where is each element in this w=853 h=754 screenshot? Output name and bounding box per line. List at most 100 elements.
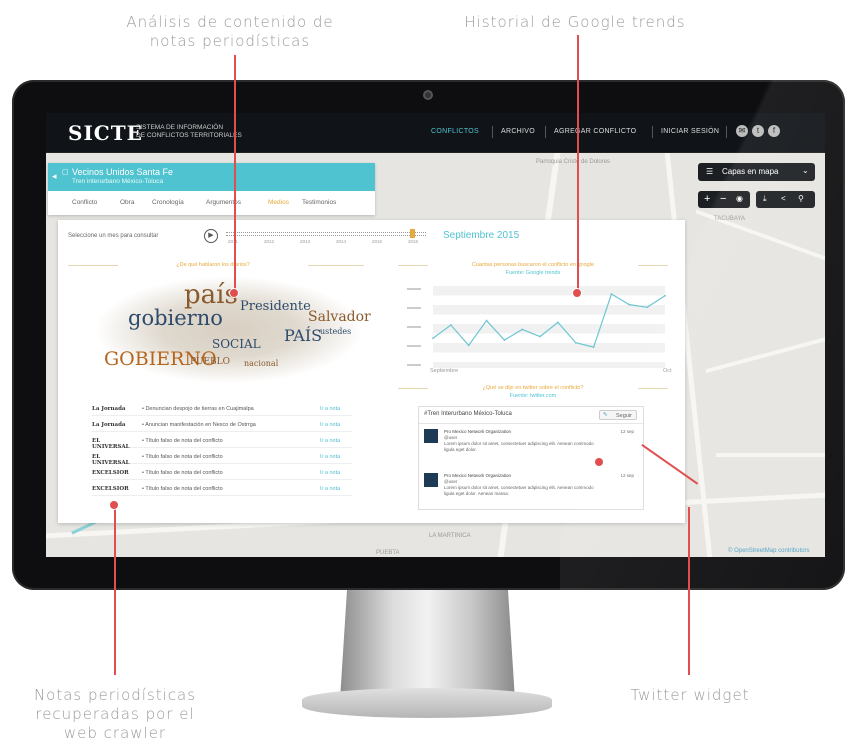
news-source: La Jornada — [92, 422, 126, 428]
news-link[interactable]: Ir a nota — [320, 470, 340, 476]
tagline: SISTEMA DE INFORMACIÓN DE CONFLICTOS TER… — [136, 124, 242, 139]
y-tick — [407, 288, 421, 290]
trend-point — [628, 303, 631, 306]
nav-iniciar-sesion[interactable]: INICIAR SESIÓN — [661, 128, 719, 135]
callout-twitter: Twitter widget — [630, 686, 750, 704]
trend-point — [521, 328, 524, 331]
share-icon[interactable]: < — [781, 194, 786, 203]
camera-icon — [423, 90, 433, 100]
tab-obra[interactable]: Obra — [120, 199, 134, 206]
y-tick — [407, 345, 421, 347]
follow-button[interactable]: ✎ Seguir — [599, 410, 637, 420]
news-row: EXCELSIOR • Título falso de nota del conf… — [92, 466, 352, 480]
card-header: ◂ ▢ Vecinos Unidos Santa Fe Tren interur… — [48, 163, 375, 191]
chevron-left-icon[interactable]: ◂ — [52, 171, 57, 182]
timeline-year[interactable]: 2013 — [300, 239, 310, 244]
news-source: La Jornada — [92, 406, 126, 412]
tweet-time: 12 sep — [620, 473, 634, 478]
map-attribution[interactable]: © OpenStreetMap contributors — [728, 548, 809, 554]
news-link[interactable]: Ir a nota — [320, 438, 340, 444]
cloud-word: ustedes — [320, 327, 352, 336]
timeline-years: 2011 2012 2013 2014 2015 2016 — [228, 239, 428, 247]
download-icon[interactable]: ⤓ — [763, 194, 767, 204]
connector-dot — [229, 288, 239, 298]
nav-archivo[interactable]: ARCHIVO — [501, 128, 535, 135]
connector-line — [688, 507, 690, 675]
timeline-track[interactable] — [226, 232, 426, 236]
news-title: • Título falso de nota del conflicto — [142, 438, 223, 444]
tweet-time: 12 sep — [620, 429, 634, 434]
twitter-icon[interactable]: t — [752, 125, 764, 137]
timeline-selected: Septiembre 2015 — [443, 230, 520, 241]
news-source: EXCELSIOR — [92, 470, 129, 476]
news-row: La Jornada • Denuncian despojo de tierras… — [92, 402, 352, 416]
timeline-year[interactable]: 2015 — [372, 239, 382, 244]
trends-chart — [407, 286, 666, 368]
pin-icon[interactable]: ⚲ — [798, 194, 804, 203]
tab-conflicto[interactable]: Conflicto — [72, 199, 97, 206]
news-link[interactable]: Ir a nota — [320, 486, 340, 492]
email-icon[interactable]: ✉ — [736, 125, 748, 137]
card-title: Vecinos Unidos Santa Fe — [72, 167, 174, 177]
facebook-icon[interactable]: f — [768, 125, 780, 137]
locate-button[interactable]: ◉ — [736, 194, 743, 203]
wordcloud-heading: ¿De qué hablaron los diarios? — [118, 262, 308, 268]
zoom-out-button[interactable]: − — [720, 193, 726, 205]
news-link[interactable]: Ir a nota — [320, 406, 340, 412]
zoom-in-button[interactable]: + — [704, 193, 710, 205]
twitter-icon: ✎ — [603, 412, 608, 418]
timeline-year[interactable]: 2011 — [228, 239, 238, 244]
twitter-heading: ¿Qué se dijo en twitter sobre el conflic… — [428, 385, 638, 391]
tab-argumentos[interactable]: Argumentos — [206, 199, 241, 206]
cloud-word: nacional — [244, 359, 279, 368]
news-row: EL UNIVERSAL • Título falso de nota del c… — [92, 434, 352, 450]
trends-x-start: Septiembre — [430, 368, 459, 374]
tweet-text: Lorem ipsum dolor sit amet, consectetuer… — [444, 441, 594, 452]
trend-line — [432, 293, 666, 348]
timeline-handle[interactable] — [410, 229, 415, 238]
tab-cronologia[interactable]: Cronología — [152, 199, 184, 206]
logo[interactable]: SICTE — [68, 121, 143, 145]
tweet: Pro Mexico Network Organization @user 12 s… — [424, 429, 638, 469]
trend-point — [539, 335, 541, 338]
news-link[interactable]: Ir a nota — [320, 454, 340, 460]
callout-content-analysis: Análisis de contenido de notas periodíst… — [126, 13, 334, 50]
avatar[interactable] — [424, 473, 438, 487]
map-label: TACUBAYA — [714, 216, 746, 222]
monitor-base — [302, 688, 552, 718]
media-panel: Seleccione un mes para consultar ▶ 2011 2… — [58, 220, 685, 523]
trend-point — [503, 339, 506, 341]
news-title: • Anuncian manifestación en Nexco de Ost… — [142, 422, 256, 428]
layers-button[interactable]: ☰ Capas en mapa ⌄ — [698, 163, 815, 181]
nav-conflictos[interactable]: CONFLICTOS — [431, 128, 479, 135]
connector-line — [577, 35, 579, 293]
timeline-year[interactable]: 2016 — [408, 239, 418, 244]
grid-band — [433, 362, 665, 368]
card-subtitle: Tren interurbano México-Toluca — [72, 178, 164, 185]
news-title: • Denuncian despojo de tierras en Cuajim… — [142, 406, 254, 412]
timeline-year[interactable]: 2012 — [264, 239, 274, 244]
zoom-controls: + − ◉ — [698, 191, 750, 208]
y-tick — [407, 326, 421, 328]
nav-agregar-conflicto[interactable]: AGREGAR CONFLICTO — [554, 128, 636, 135]
news-source: EL UNIVERSAL — [92, 438, 130, 450]
connector-dot — [109, 500, 119, 510]
news-row: EXCELSIOR • Título falso de nota del conf… — [92, 482, 352, 496]
callout-news: Notas periodísticas recuperadas por el w… — [33, 686, 197, 742]
avatar[interactable] — [424, 429, 438, 443]
trend-point — [646, 306, 649, 309]
grid-band — [433, 305, 665, 315]
news-source: EL UNIVERSAL — [92, 454, 130, 466]
app-header: SICTE SISTEMA DE INFORMACIÓN DE CONFLICT… — [46, 113, 825, 153]
cloud-word: Salvador — [308, 309, 371, 325]
connector-dot — [594, 457, 604, 467]
play-button[interactable]: ▶ — [204, 229, 218, 243]
twitter-source[interactable]: Fuente: twitter.com — [428, 393, 638, 399]
tab-medios[interactable]: Medios — [268, 199, 289, 206]
screen: Parroquia Cristo de Dolores TACUBAYA LA … — [46, 113, 825, 557]
tab-testimonios[interactable]: Testimonios — [302, 199, 336, 206]
news-link[interactable]: Ir a nota — [320, 422, 340, 428]
trend-point — [664, 294, 666, 297]
timeline-year[interactable]: 2014 — [336, 239, 346, 244]
trends-source[interactable]: Fuente: Google trends — [428, 270, 638, 276]
